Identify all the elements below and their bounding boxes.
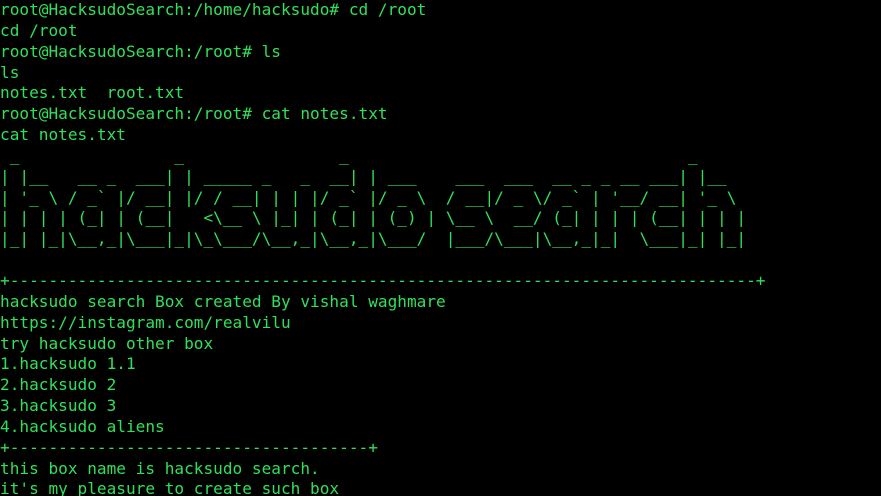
terminal-output: root@HacksudoSearch:/home/hacksudo# cd /… bbox=[0, 0, 881, 496]
terminal-window[interactable]: root@HacksudoSearch:/home/hacksudo# cd /… bbox=[0, 0, 881, 496]
terminal-line-ls-output: notes.txt root.txt bbox=[0, 83, 185, 103]
ascii-banner-line-2: | |__ __ _ ___| | _____ _ _ __| | ___ __… bbox=[0, 166, 727, 186]
terminal-line-prompt-ls: root@HacksudoSearch:/root# ls bbox=[0, 41, 281, 61]
ascii-banner-line-1: _ _ _ _ bbox=[0, 145, 698, 165]
notes-line-try-other-box: try hacksudo other box bbox=[0, 333, 214, 353]
separator-line-short: +-------------------------------------+ bbox=[0, 437, 378, 457]
notes-line-instagram-url: https://instagram.com/realvilu bbox=[0, 312, 291, 332]
notes-line-pleasure: it's my pleasure to create such box bbox=[0, 479, 340, 496]
ascii-banner-line-5: |_| |_|\__,_|\___|_|\_\___/\__,_|\__,_|\… bbox=[0, 229, 747, 249]
terminal-line-prompt-cd-root: root@HacksudoSearch:/home/hacksudo# cd /… bbox=[0, 0, 427, 19]
notes-line-box-3: 3.hacksudo 3 bbox=[0, 396, 117, 416]
notes-line-box-4: 4.hacksudo aliens bbox=[0, 416, 165, 436]
terminal-line-echo-cd-root: cd /root bbox=[0, 20, 78, 40]
ascii-banner-line-3: | '_ \ / _` |/ __| |/ / __| | | |/ _` |/… bbox=[0, 187, 737, 207]
notes-line-box-2: 2.hacksudo 2 bbox=[0, 375, 117, 395]
terminal-line-echo-ls: ls bbox=[0, 62, 20, 82]
notes-line-box-name: this box name is hacksudo search. bbox=[0, 458, 320, 478]
ascii-banner-line-4: | | | | (_| | (__| <\__ \ |_| | (_| | (_… bbox=[0, 208, 747, 228]
terminal-line-prompt-cat-notes: root@HacksudoSearch:/root# cat notes.txt bbox=[0, 104, 388, 124]
separator-line-long: +---------------------------------------… bbox=[0, 270, 766, 290]
notes-line-credits: hacksudo search Box created By vishal wa… bbox=[0, 291, 446, 311]
terminal-line-echo-cat-notes: cat notes.txt bbox=[0, 125, 126, 145]
notes-line-box-1: 1.hacksudo 1.1 bbox=[0, 354, 136, 374]
